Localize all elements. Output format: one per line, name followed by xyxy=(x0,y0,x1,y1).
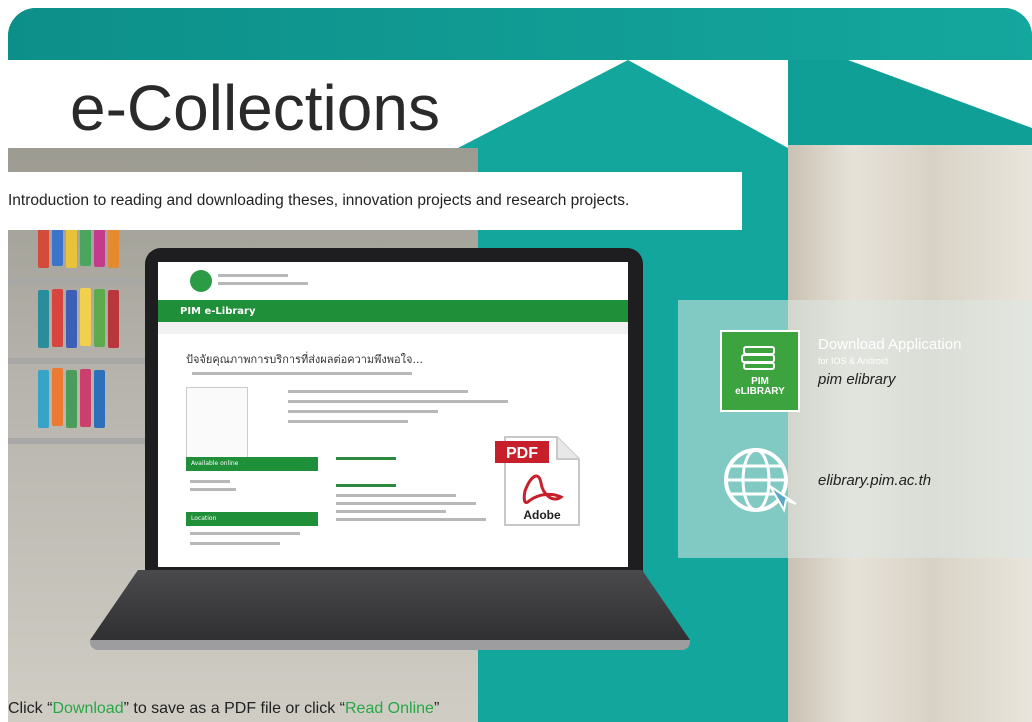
magazine xyxy=(94,289,105,347)
intro-text: Introduction to reading and downloading … xyxy=(0,172,742,230)
bottom-instruction: Click “Download” to save as a PDF file o… xyxy=(8,700,439,718)
description-line xyxy=(336,518,486,521)
instruction-suffix: ” xyxy=(433,700,440,717)
meta-line xyxy=(288,400,508,403)
elibrary-brand: PIM e-Library xyxy=(180,305,256,317)
meta-line xyxy=(288,420,408,423)
instruction-prefix: Click “ xyxy=(8,700,53,717)
pim-elibrary-app-badge[interactable]: PIM eLIBRARY xyxy=(720,330,800,412)
pdf-label: PDF xyxy=(506,445,538,462)
elibrary-nav-bar[interactable]: PIM e-Library xyxy=(158,300,628,322)
description-heading xyxy=(336,484,396,487)
description-line xyxy=(336,510,446,513)
record-title-line xyxy=(192,372,412,375)
description-line xyxy=(336,494,456,497)
magazine xyxy=(80,369,91,427)
app-name: pim elibrary xyxy=(818,371,896,388)
download-link[interactable] xyxy=(190,480,230,483)
website-url[interactable]: elibrary.pim.ac.th xyxy=(818,472,931,489)
record-title: ปัจจัยคุณภาพการบริการที่ส่งผลต่อความพึงพ… xyxy=(186,353,423,366)
laptop-base-edge xyxy=(90,640,690,650)
book-stack-icon xyxy=(741,346,775,370)
cover-thumbnail xyxy=(186,387,248,459)
pdf-file-icon: PDF Adobe xyxy=(495,436,580,526)
read-online-link[interactable] xyxy=(190,488,236,491)
description-line xyxy=(336,502,476,505)
download-application-title: Download Application xyxy=(818,336,962,353)
available-online-header: Available online xyxy=(186,457,318,471)
adobe-label: Adobe xyxy=(523,508,561,522)
magazine xyxy=(66,290,77,348)
magazine xyxy=(38,290,49,348)
subjects-heading xyxy=(336,457,396,460)
location-line xyxy=(190,542,280,545)
download-platforms: for IOS & Android xyxy=(818,356,889,366)
badge-line-2: eLIBRARY xyxy=(735,386,785,397)
logo-text-line xyxy=(218,282,308,285)
logo-text-line xyxy=(218,274,288,277)
meta-line xyxy=(288,390,468,393)
globe-icon[interactable] xyxy=(722,446,800,516)
read-online-highlight: Read Online xyxy=(344,700,434,717)
meta-line xyxy=(288,410,438,413)
magazine xyxy=(38,370,49,428)
magazine xyxy=(94,370,105,428)
screen-header xyxy=(158,262,628,300)
instruction-middle: ” to save as a PDF file or click “ xyxy=(123,700,345,717)
magazine xyxy=(108,290,119,348)
magazine xyxy=(52,289,63,347)
magazine xyxy=(80,288,91,346)
magazine xyxy=(66,370,77,428)
laptop-keyboard xyxy=(90,570,690,640)
location-header: Location xyxy=(186,512,318,526)
magazine xyxy=(52,368,63,426)
download-highlight: Download xyxy=(52,700,124,717)
location-line xyxy=(190,532,300,535)
elibrary-subnav xyxy=(158,322,628,334)
university-logo-icon xyxy=(190,270,212,292)
page-title: e-Collections xyxy=(70,72,440,144)
